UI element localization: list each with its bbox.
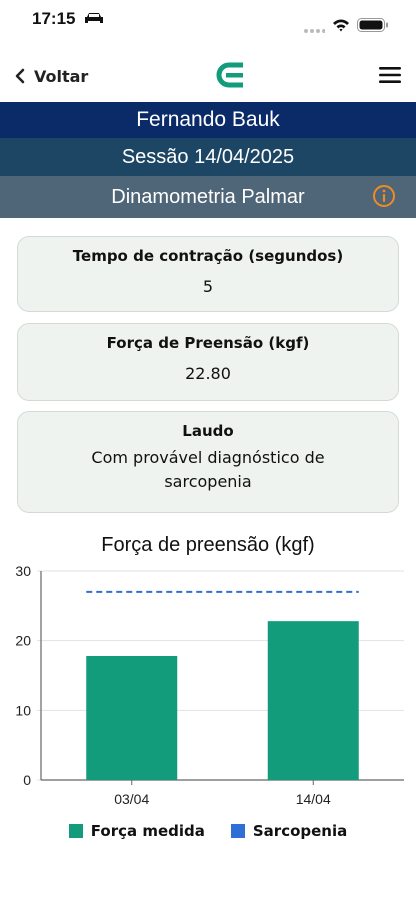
test-name: Dinamometria Palmar — [0, 176, 416, 218]
legend-swatch — [230, 824, 245, 838]
y-tick-label: 30 — [15, 563, 31, 579]
legend-item-sarcopenia[interactable]: Sarcopenia — [230, 822, 348, 840]
navigation-bar: Voltar — [0, 52, 416, 100]
car-icon — [85, 13, 103, 23]
hamburger-menu-icon[interactable] — [379, 66, 401, 84]
chevron-left-icon — [15, 68, 25, 84]
app-logo — [216, 62, 243, 88]
x-tick-label: 03/04 — [114, 791, 149, 807]
chart-legend: Força medida Sarcopenia — [0, 822, 416, 840]
wifi-icon — [333, 19, 349, 32]
card-value: 5 — [202, 277, 214, 296]
legend-item-measured[interactable]: Força medida — [68, 822, 205, 840]
status-time: 17:15 — [32, 9, 76, 28]
bar-03-04 — [86, 655, 178, 780]
x-tick-label: 14/04 — [296, 791, 331, 807]
y-tick-label: 0 — [23, 772, 31, 788]
back-button[interactable]: Voltar — [14, 64, 88, 88]
contraction-time-card: Tempo de contração (segundos) 5 — [17, 236, 399, 312]
battery-icon — [357, 18, 388, 32]
back-label: Voltar — [34, 66, 89, 86]
card-title: Tempo de contração (segundos) — [72, 247, 344, 265]
card-title: Força de Preensão (kgf) — [106, 334, 310, 352]
legend-label: Sarcopenia — [252, 822, 348, 840]
chart-plot: 0 10 20 30 03/04 14/04 — [15, 563, 404, 807]
card-value: Com provável diagnóstico de sarcopenia — [91, 448, 325, 491]
legend-label: Força medida — [90, 822, 205, 840]
y-tick-label: 10 — [15, 702, 31, 718]
bar-14-04 — [267, 621, 359, 780]
y-tick-label: 20 — [15, 633, 31, 649]
grip-strength-card: Força de Preensão (kgf) 22.80 — [17, 323, 399, 401]
grip-strength-chart: Força de preensão (kgf) 0 10 20 30 03/04 14/0… — [0, 528, 416, 868]
signal-dots-icon — [304, 29, 325, 33]
patient-name: Fernando Bauk — [0, 102, 416, 138]
legend-swatch — [68, 824, 83, 838]
card-title: Laudo — [182, 422, 234, 440]
report-card: Laudo Com provável diagnóstico de sarcop… — [17, 411, 399, 513]
session-title: Sessão 14/04/2025 — [0, 138, 416, 176]
card-value: 22.80 — [185, 364, 231, 383]
status-bar: 17:15 — [0, 0, 416, 44]
info-icon[interactable] — [372, 184, 396, 208]
